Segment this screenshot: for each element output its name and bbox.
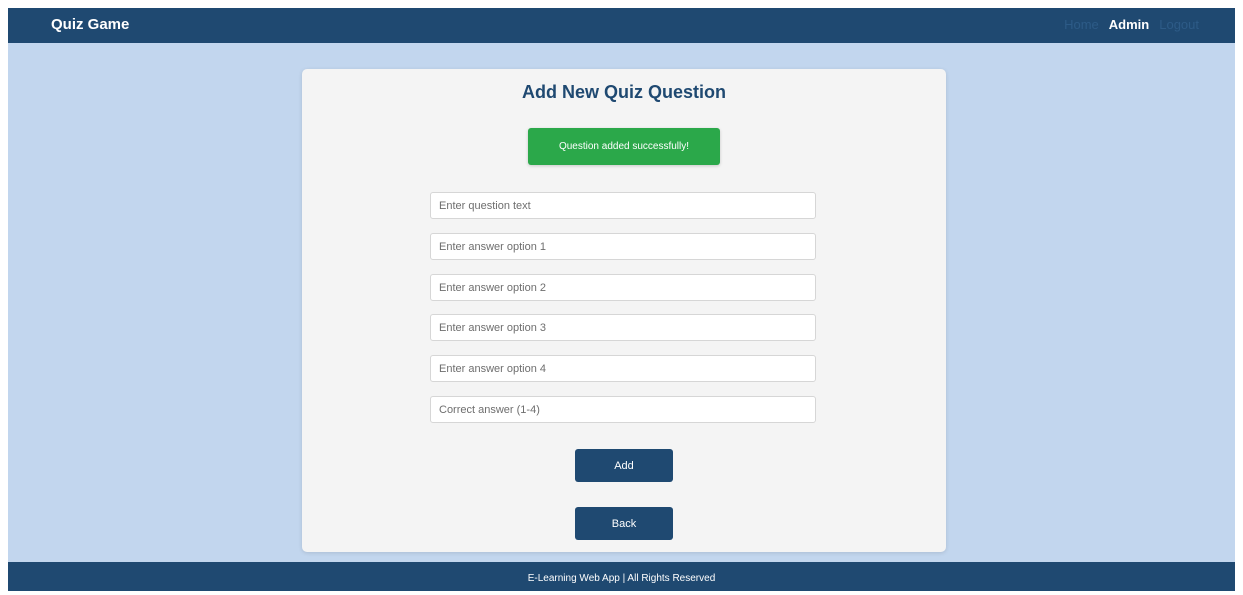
correct-answer-input[interactable] (430, 396, 816, 423)
page-title: Add New Quiz Question (521, 82, 726, 102)
nav-link-home[interactable]: Home (1064, 17, 1099, 32)
answer-option-1-input[interactable] (430, 233, 816, 260)
question-text-input[interactable] (430, 192, 816, 219)
nav-link-logout[interactable]: Logout (1159, 17, 1199, 32)
footer: E-Learning Web App | All Rights Reserved (8, 562, 1235, 591)
brand-title[interactable]: Quiz Game (51, 16, 129, 33)
app-frame: Quiz Game Home Admin Logout Add New Quiz… (8, 8, 1235, 591)
add-button[interactable]: Add (575, 449, 673, 482)
answer-option-2-input[interactable] (430, 274, 816, 301)
answer-option-4-input[interactable] (430, 355, 816, 382)
answer-option-3-input[interactable] (430, 314, 816, 341)
back-button[interactable]: Back (575, 507, 673, 540)
add-question-card: Add New Quiz Question Question added suc… (302, 69, 946, 552)
nav-link-admin[interactable]: Admin (1109, 17, 1149, 32)
success-alert: Question added successfully! (528, 128, 720, 165)
navbar: Quiz Game Home Admin Logout (8, 8, 1235, 43)
nav-links: Home Admin Logout (1064, 17, 1199, 32)
